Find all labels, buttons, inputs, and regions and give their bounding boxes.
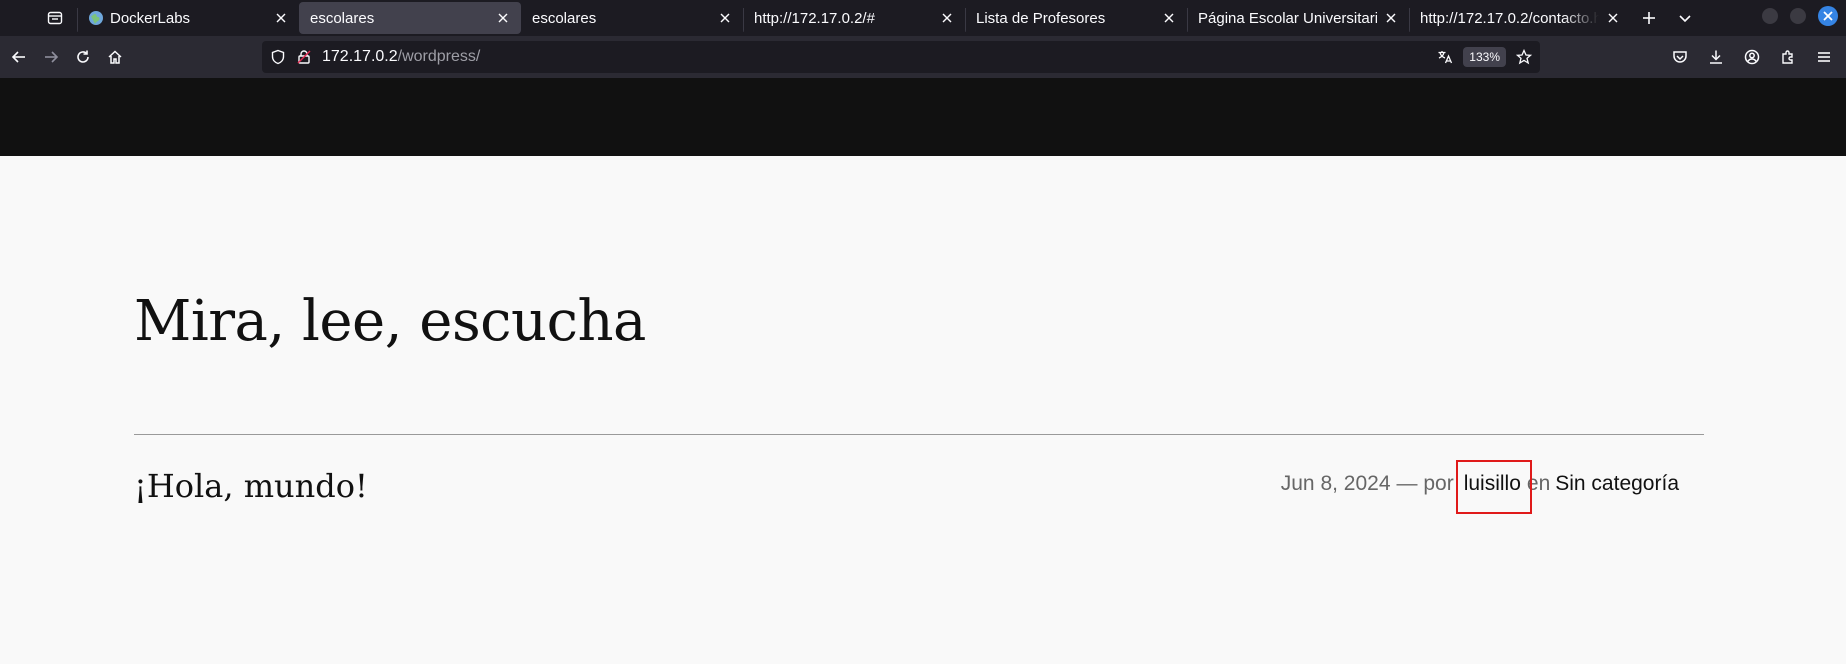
zoom-level-badge[interactable]: 133% xyxy=(1463,47,1506,67)
url-host: 172.17.0.2 xyxy=(322,48,398,65)
window-controls xyxy=(1762,6,1838,26)
new-tab-button[interactable] xyxy=(1631,0,1667,36)
hamburger-menu-icon xyxy=(1818,52,1830,62)
close-icon[interactable] xyxy=(1383,10,1399,26)
puzzle-icon xyxy=(1782,50,1793,64)
tab-strip: DockerLabs escolares escolares http://17… xyxy=(0,0,1846,36)
app-menu-button[interactable] xyxy=(1806,41,1842,73)
account-icon xyxy=(1744,49,1760,65)
forward-button[interactable] xyxy=(35,41,67,73)
post-title-link[interactable]: ¡Hola, mundo! xyxy=(134,467,368,505)
tab-lista-profesores[interactable]: Lista de Profesores xyxy=(965,2,1187,34)
arrow-right-icon xyxy=(45,51,59,63)
address-bar[interactable]: 172.17.0.2/wordpress/ 133% xyxy=(262,41,1540,73)
post-date[interactable]: Jun 8, 2024 xyxy=(1281,472,1391,496)
download-icon xyxy=(1710,50,1722,64)
firefox-view-button[interactable] xyxy=(35,0,75,36)
window-close-button[interactable] xyxy=(1818,6,1838,26)
url-text[interactable]: 172.17.0.2/wordpress/ xyxy=(322,48,480,66)
url-path: /wordpress/ xyxy=(397,48,481,65)
tab-escolares-active[interactable]: escolares xyxy=(299,2,521,34)
tab-label: Página Escolar Universitaria xyxy=(1198,9,1377,27)
insecure-lock-icon[interactable] xyxy=(296,49,312,65)
star-icon[interactable] xyxy=(1516,49,1532,65)
post-category-link[interactable]: Sin categoría xyxy=(1555,472,1679,496)
post-by-label: — por xyxy=(1396,472,1454,495)
close-icon[interactable] xyxy=(1605,10,1621,26)
chevron-down-icon xyxy=(1679,15,1691,23)
tab-home-hash[interactable]: http://172.17.0.2/# xyxy=(743,2,965,34)
close-icon xyxy=(1823,11,1833,21)
translate-icon[interactable] xyxy=(1437,49,1453,65)
tab-label: escolares xyxy=(310,9,375,27)
close-icon[interactable] xyxy=(717,10,733,26)
arrow-left-icon xyxy=(11,51,25,63)
back-button[interactable] xyxy=(3,41,35,73)
tab-list: DockerLabs escolares escolares http://17… xyxy=(77,0,1631,36)
extensions-button[interactable] xyxy=(1770,41,1806,73)
tab-escolares[interactable]: escolares xyxy=(521,2,743,34)
home-icon xyxy=(108,50,122,64)
reload-icon xyxy=(77,50,89,63)
close-icon[interactable] xyxy=(1161,10,1177,26)
shield-icon[interactable] xyxy=(270,49,286,65)
account-button[interactable] xyxy=(1734,41,1770,73)
home-button[interactable] xyxy=(99,41,131,73)
maximize-button[interactable] xyxy=(1790,8,1806,24)
downloads-button[interactable] xyxy=(1698,41,1734,73)
tab-label: http://172.17.0.2/# xyxy=(754,9,875,27)
navigation-toolbar: 172.17.0.2/wordpress/ 133% xyxy=(0,36,1846,78)
tab-label: Lista de Profesores xyxy=(976,9,1106,27)
tab-label: DockerLabs xyxy=(110,9,191,27)
globe-icon xyxy=(89,11,103,25)
tab-pagina-escolar[interactable]: Página Escolar Universitaria xyxy=(1187,2,1409,34)
post-meta: Jun 8, 2024 — por luisillo en Sin catego… xyxy=(1281,460,1679,514)
tab-contacto[interactable]: http://172.17.0.2/contacto.html xyxy=(1409,2,1631,34)
tab-label: http://172.17.0.2/contacto.html xyxy=(1420,9,1599,27)
tab-label: escolares xyxy=(532,9,597,27)
pocket-icon xyxy=(1673,51,1687,63)
firefox-view-icon xyxy=(47,11,63,25)
plus-icon xyxy=(1643,12,1655,24)
close-icon[interactable] xyxy=(939,10,955,26)
post-author-link[interactable]: luisillo xyxy=(1455,460,1532,514)
reload-button[interactable] xyxy=(67,41,99,73)
page-title: Mira, lee, escucha xyxy=(134,289,646,354)
close-icon[interactable] xyxy=(495,10,511,26)
site-header xyxy=(0,78,1846,156)
page-content: Mira, lee, escucha ¡Hola, mundo! Jun 8, … xyxy=(0,156,1846,664)
pocket-button[interactable] xyxy=(1662,41,1698,73)
close-icon[interactable] xyxy=(273,10,289,26)
toolbar-actions xyxy=(1662,36,1846,78)
minimize-button[interactable] xyxy=(1762,8,1778,24)
tab-dockerlabs[interactable]: DockerLabs xyxy=(77,2,299,34)
divider xyxy=(134,434,1704,435)
list-all-tabs-button[interactable] xyxy=(1667,0,1703,36)
